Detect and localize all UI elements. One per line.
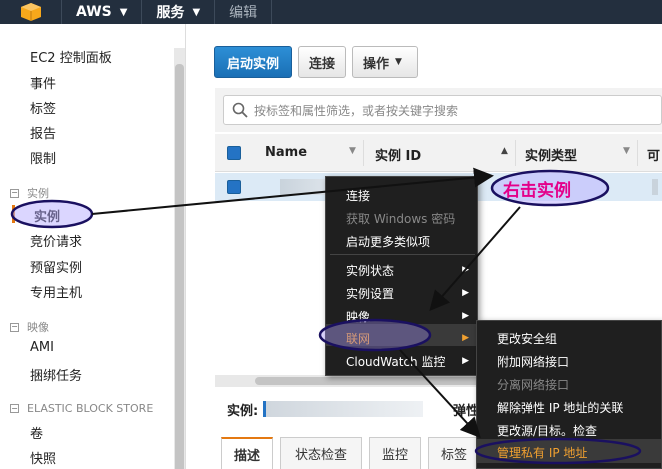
menu-item-change-source-dest-check[interactable]: 更改源/目标。检查 [497, 422, 597, 439]
sort-icon[interactable]: ▼ [623, 146, 630, 156]
sidebar-item-dashboard[interactable]: EC2 控制面板 [30, 47, 112, 66]
annotation-callout: 右击实例 [503, 181, 571, 201]
sort-asc-icon[interactable]: ▲ [501, 146, 508, 156]
column-header-instance-type[interactable]: 实例类型 [525, 145, 577, 164]
menu-item-networking[interactable]: 联网 [346, 330, 370, 347]
menu-item-connect[interactable]: 连接 [346, 187, 370, 204]
menu-item-detach-network-interface[interactable]: 分离网络接口 [497, 376, 569, 393]
collapse-icon: − [10, 322, 19, 332]
chevron-down-icon: ▼ [119, 6, 128, 18]
sidebar-item-volumes[interactable]: 卷 [30, 423, 43, 442]
chevron-down-icon: ▼ [192, 6, 201, 18]
column-header-az[interactable]: 可 [647, 145, 660, 164]
menu-item-image[interactable]: 映像 [346, 308, 370, 325]
actions-button-label: 操作 [363, 56, 390, 72]
submenu-arrow-icon: ▶ [462, 288, 469, 298]
tab-tags[interactable]: 标签 [428, 437, 480, 469]
sort-icon[interactable]: ▼ [349, 146, 356, 156]
sidebar-scrollbar[interactable] [174, 48, 185, 469]
sidebar-item-events[interactable]: 事件 [30, 73, 56, 92]
menu-separator [330, 254, 475, 255]
row-checkbox[interactable] [227, 180, 241, 194]
sidebar-item-spot-requests[interactable]: 竞价请求 [30, 231, 82, 250]
instance-value-redacted [263, 401, 423, 417]
search-placeholder: 按标签和属性筛选，或者按关键字搜索 [254, 103, 459, 118]
sidebar-item-tags[interactable]: 标签 [30, 98, 56, 117]
select-all-checkbox[interactable] [227, 146, 241, 160]
tab-description[interactable]: 描述 [221, 437, 273, 469]
menu-item-disassociate-elastic-ip[interactable]: 解除弹性 IP 地址的关联 [497, 399, 623, 416]
context-menu: 连接 获取 Windows 密码 启动更多类似项 实例状态 ▶ 实例设置 ▶ 映… [325, 176, 478, 376]
menu-item-cloudwatch-monitoring[interactable]: CloudWatch 监控 [346, 353, 445, 370]
tab-status-checks[interactable]: 状态检查 [280, 437, 362, 469]
aws-menu-label: AWS [76, 4, 112, 20]
connect-button[interactable]: 连接 [298, 46, 346, 78]
sidebar-section-label: 实例 [27, 187, 49, 200]
sidebar-item-limits[interactable]: 限制 [30, 148, 56, 167]
sidebar-item-snapshots[interactable]: 快照 [30, 448, 56, 467]
sidebar-section-ebs[interactable]: − ELASTIC BLOCK STORE [10, 402, 153, 415]
edit-menu-label: 编辑 [229, 5, 258, 21]
networking-submenu: 更改安全组 附加网络接口 分离网络接口 解除弹性 IP 地址的关联 更改源/目标… [476, 320, 662, 469]
menu-item-manage-private-ip[interactable]: 管理私有 IP 地址 [497, 444, 587, 461]
edit-menu[interactable]: 编辑 [215, 0, 273, 24]
submenu-arrow-icon: ▶ [462, 311, 469, 321]
collapse-icon: − [10, 188, 19, 198]
sidebar-item-reserved-instances[interactable]: 预留实例 [30, 257, 82, 276]
sidebar-section-label: ELASTIC BLOCK STORE [27, 402, 154, 415]
sidebar-item-reports[interactable]: 报告 [30, 123, 56, 142]
menu-item-change-security-groups[interactable]: 更改安全组 [497, 330, 557, 347]
submenu-arrow-icon: ▶ [462, 333, 469, 343]
menu-item-instance-settings[interactable]: 实例设置 [346, 285, 394, 302]
menu-item-attach-network-interface[interactable]: 附加网络接口 [497, 353, 569, 370]
menu-item-get-windows-password[interactable]: 获取 Windows 密码 [346, 210, 455, 227]
search-input[interactable]: 按标签和属性筛选，或者按关键字搜索 [223, 95, 662, 125]
instance-label: 实例: [227, 404, 259, 419]
sidebar-item-dedicated-hosts[interactable]: 专用主机 [30, 282, 82, 301]
submenu-arrow-icon: ▶ [462, 356, 469, 366]
sidebar-section-images[interactable]: − 映像 [10, 319, 49, 335]
column-header-name[interactable]: Name [265, 145, 307, 160]
tab-monitoring[interactable]: 监控 [369, 437, 421, 469]
submenu-arrow-icon: ▶ [462, 265, 469, 275]
sidebar-item-bundle-tasks[interactable]: 捆绑任务 [30, 365, 82, 384]
aws-menu[interactable]: AWS ▼ [62, 0, 143, 24]
active-indicator [12, 205, 15, 223]
row-az-redacted [652, 179, 658, 195]
sidebar-section-instances[interactable]: − 实例 [10, 185, 49, 201]
menu-item-instance-state[interactable]: 实例状态 [346, 262, 394, 279]
menu-item-launch-more-like-this[interactable]: 启动更多类似项 [346, 233, 430, 250]
services-menu-label: 服务 [156, 5, 185, 21]
services-menu[interactable]: 服务 ▼ [142, 0, 216, 24]
table-header: Name ▼ 实例 ID ▲ 实例类型 ▼ 可 [215, 134, 662, 172]
aws-cube-icon[interactable] [0, 0, 62, 24]
sidebar-item-ami[interactable]: AMI [30, 340, 54, 355]
collapse-icon: − [10, 403, 19, 413]
actions-button[interactable]: 操作 ▼ [352, 46, 418, 78]
column-header-instance-id[interactable]: 实例 ID [375, 145, 421, 164]
sidebar-item-instances[interactable]: 实例 [34, 206, 60, 225]
sidebar-section-label: 映像 [27, 321, 49, 334]
search-icon [232, 102, 248, 118]
chevron-down-icon: ▼ [395, 57, 402, 67]
launch-instance-button[interactable]: 启动实例 [214, 46, 292, 78]
top-nav-bar: AWS ▼ 服务 ▼ 编辑 [0, 0, 662, 24]
